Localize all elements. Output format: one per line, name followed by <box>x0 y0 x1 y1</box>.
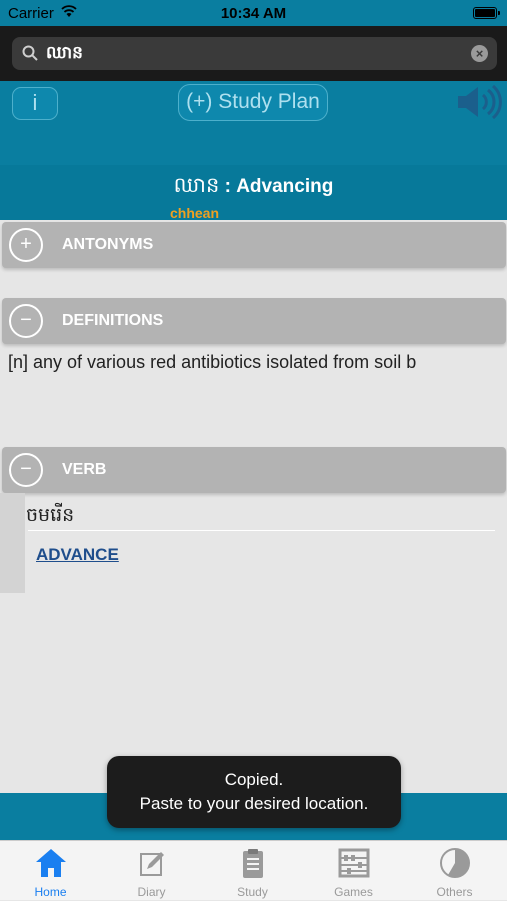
tab-others[interactable]: Others <box>404 841 505 901</box>
clock: 10:34 AM <box>220 5 287 22</box>
tab-home[interactable]: Home <box>0 841 101 901</box>
house-icon <box>36 849 66 877</box>
toast-title: Copied. <box>224 770 284 789</box>
search-box[interactable]: × <box>12 37 497 72</box>
section-label-verb: VERB <box>62 461 107 478</box>
side-strip <box>0 493 25 593</box>
tab-games[interactable]: Games <box>303 841 404 901</box>
search-area: × <box>0 26 507 81</box>
word-header: ឈាន : Advancing chhean <box>0 165 507 221</box>
romanization: chhean <box>170 205 220 221</box>
battery-icon <box>473 7 500 19</box>
pie-icon <box>440 848 470 878</box>
tab-label-games: Games <box>334 885 373 899</box>
verb-khmer: ចមរើន <box>26 504 75 526</box>
clipboard-icon <box>243 849 263 878</box>
tab-label-home: Home <box>34 885 67 899</box>
collapse-icon[interactable]: − <box>9 453 43 487</box>
search-icon <box>22 45 38 61</box>
tab-label-study: Study <box>237 885 268 899</box>
pencil-note-icon <box>140 852 164 876</box>
clear-icon[interactable]: × <box>471 45 488 62</box>
headword-khmer: ឈាន <box>173 173 220 197</box>
verb-link-advance[interactable]: ADVANCE <box>36 545 119 565</box>
toast: Copied. Paste to your desired location. <box>107 756 401 828</box>
speaker-icon[interactable] <box>456 84 502 120</box>
tab-diary[interactable]: Diary <box>101 841 202 901</box>
abacus-icon <box>338 848 370 878</box>
section-definitions[interactable]: − DEFINITIONS <box>2 298 506 344</box>
info-button[interactable]: i <box>12 87 58 120</box>
expand-icon[interactable]: + <box>9 228 43 262</box>
study-plan-button[interactable]: (+) Study Plan <box>178 84 328 121</box>
status-bar: Carrier 10:34 AM <box>0 0 507 26</box>
headword-separator: : <box>219 176 237 197</box>
section-antonyms[interactable]: + ANTONYMS <box>2 222 506 268</box>
toast-message: Paste to your desired location. <box>139 794 369 813</box>
definition-text: [n] any of various red antibiotics isola… <box>8 352 417 372</box>
section-verb[interactable]: − VERB <box>2 447 506 493</box>
section-label-definitions: DEFINITIONS <box>62 312 164 329</box>
toolbar: i (+) Study Plan <box>0 81 507 165</box>
tab-study[interactable]: Study <box>202 841 303 901</box>
collapse-icon[interactable]: − <box>9 304 43 338</box>
tab-label-diary: Diary <box>137 885 166 899</box>
headword: ឈាន : Advancing <box>0 172 507 203</box>
tab-label-others: Others <box>436 885 473 899</box>
section-label-antonyms: ANTONYMS <box>62 236 154 253</box>
search-input[interactable] <box>44 37 468 72</box>
headword-english: Advancing <box>236 176 334 197</box>
tab-bar: Home Diary Study Games Others <box>0 840 507 900</box>
verb-block: ចមរើន ADVANCE <box>0 493 507 593</box>
divider <box>28 530 495 531</box>
